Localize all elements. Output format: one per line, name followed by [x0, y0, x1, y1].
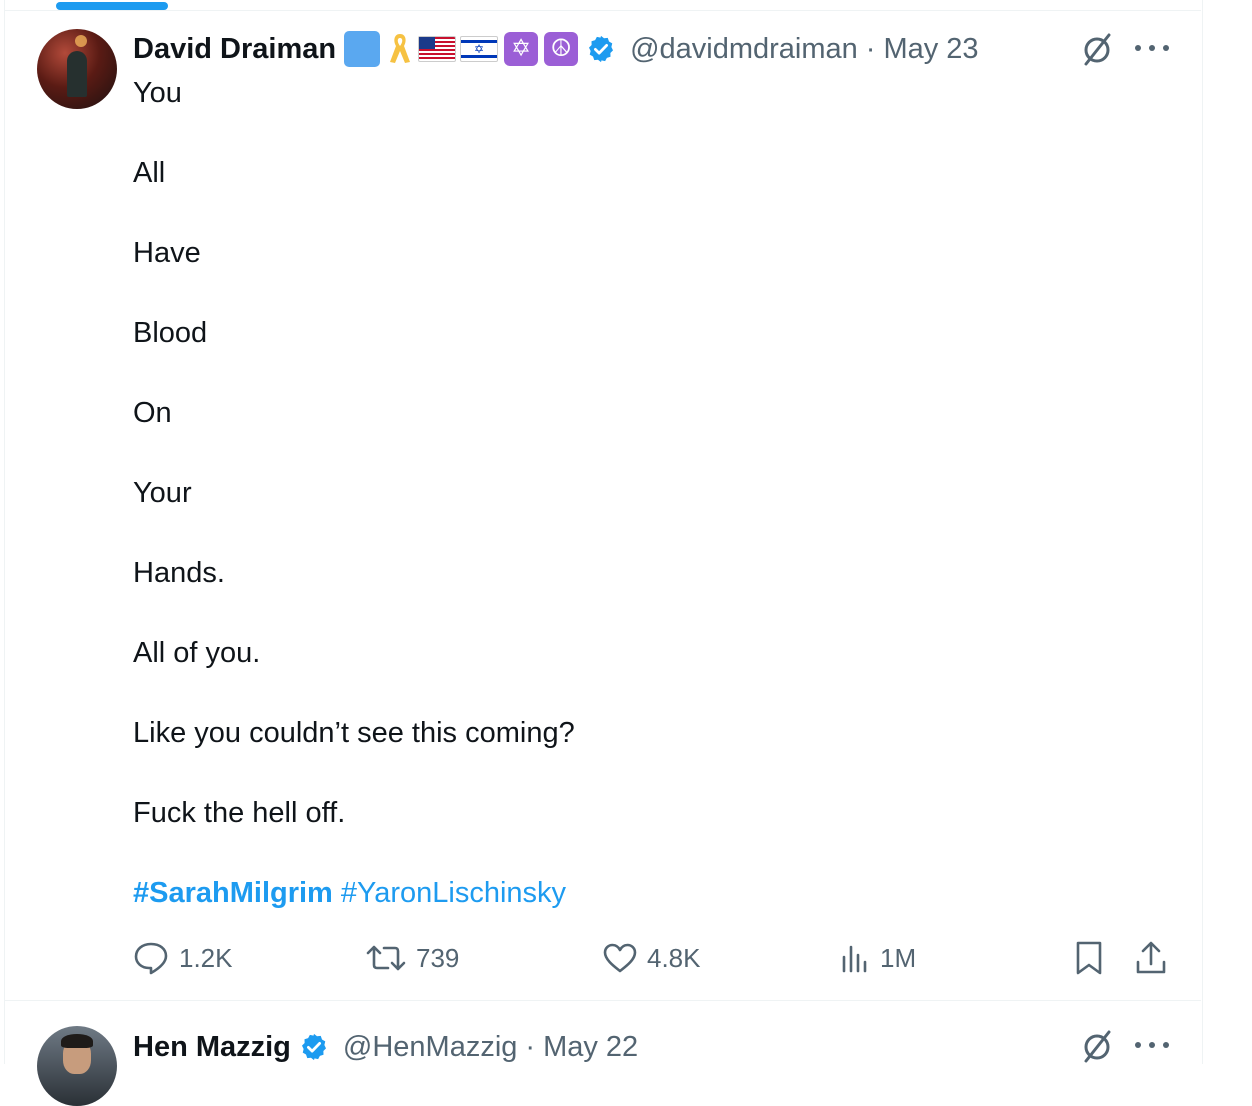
heart-icon	[603, 943, 637, 973]
share-icon[interactable]	[1134, 940, 1168, 976]
reply-button[interactable]: 1.2K	[133, 938, 233, 978]
avatar-photo-detail	[75, 35, 87, 47]
more-options-icon[interactable]	[1135, 1042, 1169, 1052]
tweet-text-line: You	[133, 77, 182, 109]
separator: ·	[865, 32, 876, 65]
tweet-text-line: Hands.	[133, 557, 225, 589]
us-flag-emoji-icon	[418, 36, 457, 62]
views-count: 1M	[880, 942, 917, 973]
timestamp[interactable]: May 23	[883, 33, 978, 66]
handle[interactable]: @HenMazzig	[343, 1031, 518, 1064]
israel-flag-emoji-icon: ✡	[460, 36, 499, 62]
tweet-text-line: All of you.	[133, 637, 261, 669]
tweet-text-line: Fuck the hell off.	[133, 797, 346, 829]
divider	[4, 1000, 1201, 1001]
handle[interactable]: @davidmdraiman	[630, 33, 858, 66]
display-name[interactable]: David Draiman	[133, 33, 336, 66]
grok-icon[interactable]	[1080, 1028, 1114, 1064]
star-of-david-emoji-icon: ✡	[504, 32, 539, 66]
like-count: 4.8K	[647, 942, 701, 973]
tweet-text-line: Like you couldn’t see this coming?	[133, 717, 575, 749]
grok-icon[interactable]	[1080, 31, 1114, 67]
hashtag-link[interactable]: #YaronLischinsky	[341, 877, 566, 909]
yellow-ribbon-emoji-icon	[390, 34, 411, 63]
tweet-text-line: All	[133, 157, 166, 189]
more-options-icon[interactable]	[1135, 45, 1169, 55]
tweet-header: David Draiman ✡ ✡ ☮ @davidmdraiman · May…	[133, 31, 979, 67]
retweet-count: 739	[416, 942, 460, 973]
retweet-icon	[366, 945, 406, 971]
tweet-text-line: Your	[133, 477, 192, 509]
tweet-text-line: Blood	[133, 317, 208, 349]
tweet-header: Hen Mazzig @HenMazzig · May 22	[133, 1029, 638, 1065]
verified-badge-icon	[589, 35, 614, 63]
like-button[interactable]: 4.8K	[603, 938, 701, 978]
reply-icon	[134, 942, 168, 975]
views-chart-icon	[842, 945, 867, 973]
reply-count: 1.2K	[179, 942, 233, 973]
bookmark-icon[interactable]	[1074, 940, 1104, 976]
divider	[4, 10, 1201, 11]
blue-square-emoji-icon	[344, 31, 381, 67]
retweet-button[interactable]: 739	[366, 938, 459, 978]
tweet-text-line: On	[133, 397, 172, 429]
tweet-text-line: Have	[133, 237, 201, 269]
hashtag-row: #SarahMilgrim #YaronLischinsky	[133, 873, 566, 913]
separator: ·	[525, 1030, 536, 1063]
avatar[interactable]	[37, 1026, 117, 1106]
active-tab-indicator	[56, 2, 168, 10]
avatar-photo-detail	[67, 51, 87, 97]
timestamp[interactable]: May 22	[543, 1031, 638, 1064]
verified-badge-icon	[301, 1033, 326, 1061]
avatar[interactable]	[37, 29, 117, 109]
views-button[interactable]: 1M	[840, 938, 916, 978]
display-name[interactable]: Hen Mazzig	[133, 1031, 291, 1064]
avatar-photo-detail	[61, 1034, 93, 1048]
peace-symbol-emoji-icon: ☮	[544, 32, 579, 66]
hashtag-link[interactable]: #SarahMilgrim	[133, 877, 333, 909]
